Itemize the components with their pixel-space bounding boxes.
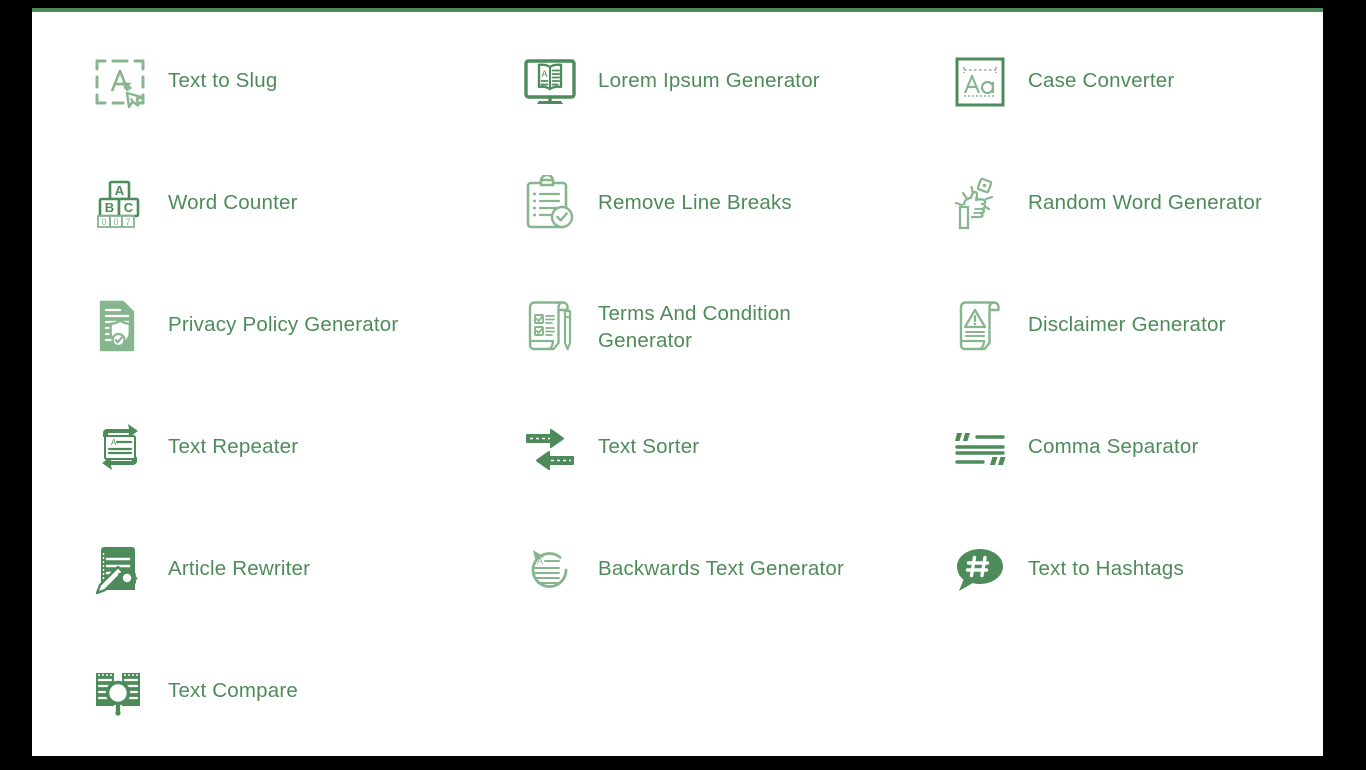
tool-label: Text to Slug [168,69,278,92]
tool-label: Lorem Ipsum Generator [598,69,820,92]
tool-label: Text to Hashtags [1028,557,1184,580]
circular-arrow-document-icon: A [520,540,580,600]
tool-card[interactable]: Remove Line Breaks [462,160,892,234]
tool-label: Privacy Policy Generator [168,313,399,336]
svg-text:A: A [541,69,547,79]
tool-card[interactable]: Disclaimer Generator [892,282,1322,356]
tool-card[interactable]: Comma Separator [892,404,1322,478]
tool-label: Backwards Text Generator [598,557,844,580]
repeat-arrows-document-icon: A [90,418,150,478]
svg-text:0: 0 [101,217,106,227]
tool-label: Case Converter [1028,69,1175,92]
tool-card[interactable]: Terms And Condition Generator [462,282,892,356]
tools-grid: Text to Slug A Lorem Ipsum Generator Cas… [32,38,1323,770]
monitor-book-icon: A [520,52,580,112]
tool-label: Text Compare [168,679,299,702]
quotation-marks-lines-icon [950,418,1010,478]
case-converter-aa-box-icon [950,52,1010,112]
tool-label: Remove Line Breaks [598,191,792,214]
tool-label: Comma Separator [1028,435,1199,458]
tool-label: Text Sorter [598,435,700,458]
tool-label: Disclaimer Generator [1028,313,1226,336]
tool-label: Article Rewriter [168,557,311,580]
document-shield-check-icon [90,296,150,356]
svg-text:0: 0 [113,217,118,227]
clipboard-check-lines-icon [520,174,580,234]
svg-text:7: 7 [125,217,130,227]
tool-label: Word Counter [168,191,298,214]
svg-text:A: A [537,556,543,566]
tool-card[interactable]: Case Converter [892,38,1322,112]
tool-card[interactable]: Text to Hashtags [892,526,1322,600]
tool-label: Text Repeater [168,435,299,458]
tool-card[interactable]: Text to Slug [32,38,462,112]
svg-text:C: C [124,200,134,215]
document-pencil-gear-icon [90,540,150,600]
documents-magnifier-icon [90,662,150,722]
two-way-arrows-icon [520,418,580,478]
speech-bubble-hashtag-icon [950,540,1010,600]
svg-text:A: A [115,183,125,198]
tool-card[interactable]: Random Word Generator [892,160,1322,234]
hand-tossing-dice-icon [950,174,1010,234]
tool-card[interactable]: A Backwards Text Generator [462,526,892,600]
top-accent-rule [32,8,1323,12]
abc-blocks-counter-icon: A B C 007 [90,174,150,234]
tools-page: Text to Slug A Lorem Ipsum Generator Cas… [32,8,1323,756]
text-to-slug-icon [90,52,150,112]
tool-card[interactable]: A B C 007 Word Counter [32,160,462,234]
contract-checkboxes-pen-icon [520,296,580,356]
svg-text:B: B [105,200,114,215]
tool-card[interactable]: A Lorem Ipsum Generator [462,38,892,112]
tool-label: Terms And Condition Generator [598,302,791,352]
tool-card[interactable]: A Text Repeater [32,404,462,478]
tool-card[interactable]: Text Compare [32,648,462,722]
tool-card[interactable]: Article Rewriter [32,526,462,600]
tool-label: Random Word Generator [1028,191,1262,214]
tool-card[interactable]: Text Sorter [462,404,892,478]
scroll-warning-icon [950,296,1010,356]
tool-card[interactable]: Privacy Policy Generator [32,282,462,356]
